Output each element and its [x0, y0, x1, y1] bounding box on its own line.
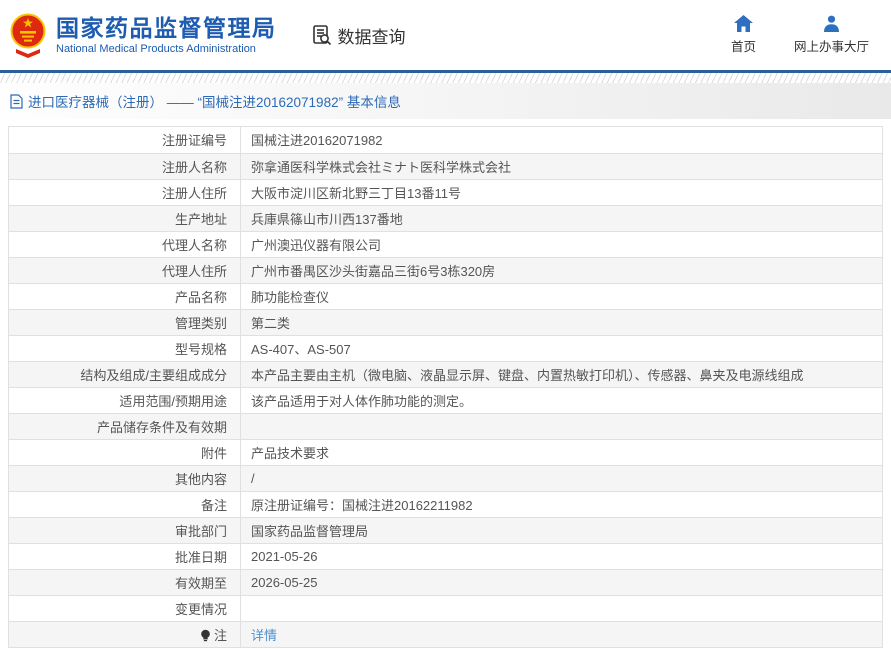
row-value: 2021-05-26	[251, 548, 318, 564]
row-value: 大阪市淀川区新北野三丁目13番11号	[251, 185, 461, 201]
row-label: 代理人住所	[9, 257, 241, 283]
row-value: 广州澳迅仪器有限公司	[251, 237, 382, 253]
row-label: 注	[9, 621, 241, 647]
row-label: 注册证编号	[9, 127, 241, 153]
row-label: 产品名称	[9, 283, 241, 309]
data-query-label: 数据查询	[337, 27, 406, 47]
table-row: 产品储存条件及有效期	[9, 412, 882, 439]
row-label: 注册人住所	[9, 179, 241, 205]
row-value: 广州市番禺区沙头街嘉品三街6号3栋320房	[251, 263, 496, 279]
row-value: 2026-05-25	[251, 574, 318, 590]
row-value: 本产品主要由主机（微电脑、液晶显示屏、键盘、内置热敏打印机）、传感器、鼻夹及电源…	[251, 367, 804, 383]
detail-link[interactable]: 详情	[251, 625, 277, 644]
bulb-icon	[200, 629, 211, 642]
row-value	[241, 596, 882, 621]
table-row: 管理类别 第二类	[9, 308, 882, 335]
table-row: 附件 产品技术要求	[9, 438, 882, 465]
table-row: 变更情况	[9, 594, 882, 621]
table-row: 注册人住所 大阪市淀川区新北野三丁目13番11号	[9, 178, 882, 205]
row-value: 详情	[241, 622, 882, 647]
row-label: 管理类别	[9, 309, 241, 335]
agency-name-en: National Medical Products Administration	[56, 43, 256, 56]
table-row: 备注 原注册证编号：国械注进20162211982	[9, 490, 882, 517]
row-label: 有效期至	[9, 569, 241, 595]
info-table: 注册证编号 国械注进20162071982 注册人名称 弥拿通医科学株式会社ミナト医科…	[8, 126, 883, 648]
hatch-strip	[0, 73, 891, 83]
row-value: 原注册证编号：国械注进20162211982	[251, 497, 473, 513]
table-row: 结构及组成/主要组成成分 本产品主要由主机（微电脑、液晶显示屏、键盘、内置热敏打印…	[9, 360, 882, 387]
data-query-tab[interactable]: 数据查询	[311, 23, 406, 48]
data-query-icon	[312, 25, 331, 46]
table-row: 其他内容 /	[9, 464, 882, 491]
top-nav: 首页 网上办事大厅	[731, 15, 869, 55]
row-value: 肺功能检查仪	[251, 289, 330, 305]
row-label: 结构及组成/主要组成成分	[9, 361, 241, 387]
row-label: 其他内容	[9, 465, 241, 491]
row-value: 第二类	[251, 315, 291, 331]
row-label: 产品储存条件及有效期	[9, 413, 241, 439]
home-icon	[733, 15, 753, 32]
row-label: 注册人名称	[9, 153, 241, 179]
row-label: 代理人名称	[9, 231, 241, 257]
row-value: /	[251, 470, 255, 486]
nav-item-home[interactable]: 首页	[731, 15, 756, 55]
nav-item-service-hall[interactable]: 网上办事大厅	[794, 15, 869, 55]
row-label: 型号规格	[9, 335, 241, 361]
table-row: 代理人住所 广州市番禺区沙头街嘉品三街6号3栋320房	[9, 256, 882, 283]
agency-name-cn: 国家药品监督管理局	[56, 14, 277, 41]
row-label: 生产地址	[9, 205, 241, 231]
table-row: 型号规格 AS-407、AS-507	[9, 334, 882, 361]
breadcrumb: 进口医疗器械（注册） —— “国械注进20162071982” 基本信息	[28, 95, 401, 110]
nav-service-hall-label: 网上办事大厅	[793, 40, 869, 54]
row-label: 适用范围/预期用途	[9, 387, 241, 413]
row-label: 备注	[9, 491, 241, 517]
breadcrumb-bar: 进口医疗器械（注册） —— “国械注进20162071982” 基本信息	[0, 83, 891, 119]
table-row: 有效期至 2026-05-25	[9, 568, 882, 595]
row-value: 产品技术要求	[251, 445, 330, 461]
row-value: 兵庫県篠山市川西137番地	[251, 211, 403, 227]
table-row: 注册证编号 国械注进20162071982	[9, 127, 882, 153]
national-emblem-logo	[10, 13, 46, 58]
agency-title-block: 国家药品监督管理局 National Medical Products Admi…	[56, 15, 277, 55]
table-row: 代理人名称 广州澳迅仪器有限公司	[9, 230, 882, 257]
table-row: 产品名称 肺功能检查仪	[9, 282, 882, 309]
row-value: 该产品适用于对人体作肺功能的测定。	[251, 393, 473, 409]
table-row: 适用范围/预期用途 该产品适用于对人体作肺功能的测定。	[9, 386, 882, 413]
row-label: 审批部门	[9, 517, 241, 543]
user-icon	[823, 15, 839, 32]
nav-home-label: 首页	[730, 40, 756, 54]
row-label: 变更情况	[9, 595, 241, 621]
row-value: AS-407、AS-507	[251, 341, 351, 357]
row-label: 批准日期	[9, 543, 241, 569]
table-row: 注册人名称 弥拿通医科学株式会社ミナト医科学株式会社	[9, 152, 882, 179]
site-header: 国家药品监督管理局 National Medical Products Admi…	[0, 0, 891, 70]
row-value: 国械注进20162071982	[251, 133, 383, 149]
table-row: 注详情	[9, 620, 882, 647]
row-value: 国家药品监督管理局	[251, 523, 369, 539]
row-label: 附件	[9, 439, 241, 465]
table-row: 批准日期 2021-05-26	[9, 542, 882, 569]
row-value: 弥拿通医科学株式会社ミナト医科学株式会社	[251, 159, 512, 175]
document-icon	[10, 93, 23, 109]
table-row: 生产地址 兵庫県篠山市川西137番地	[9, 204, 882, 231]
row-value	[241, 414, 882, 439]
table-row: 审批部门 国家药品监督管理局	[9, 516, 882, 543]
